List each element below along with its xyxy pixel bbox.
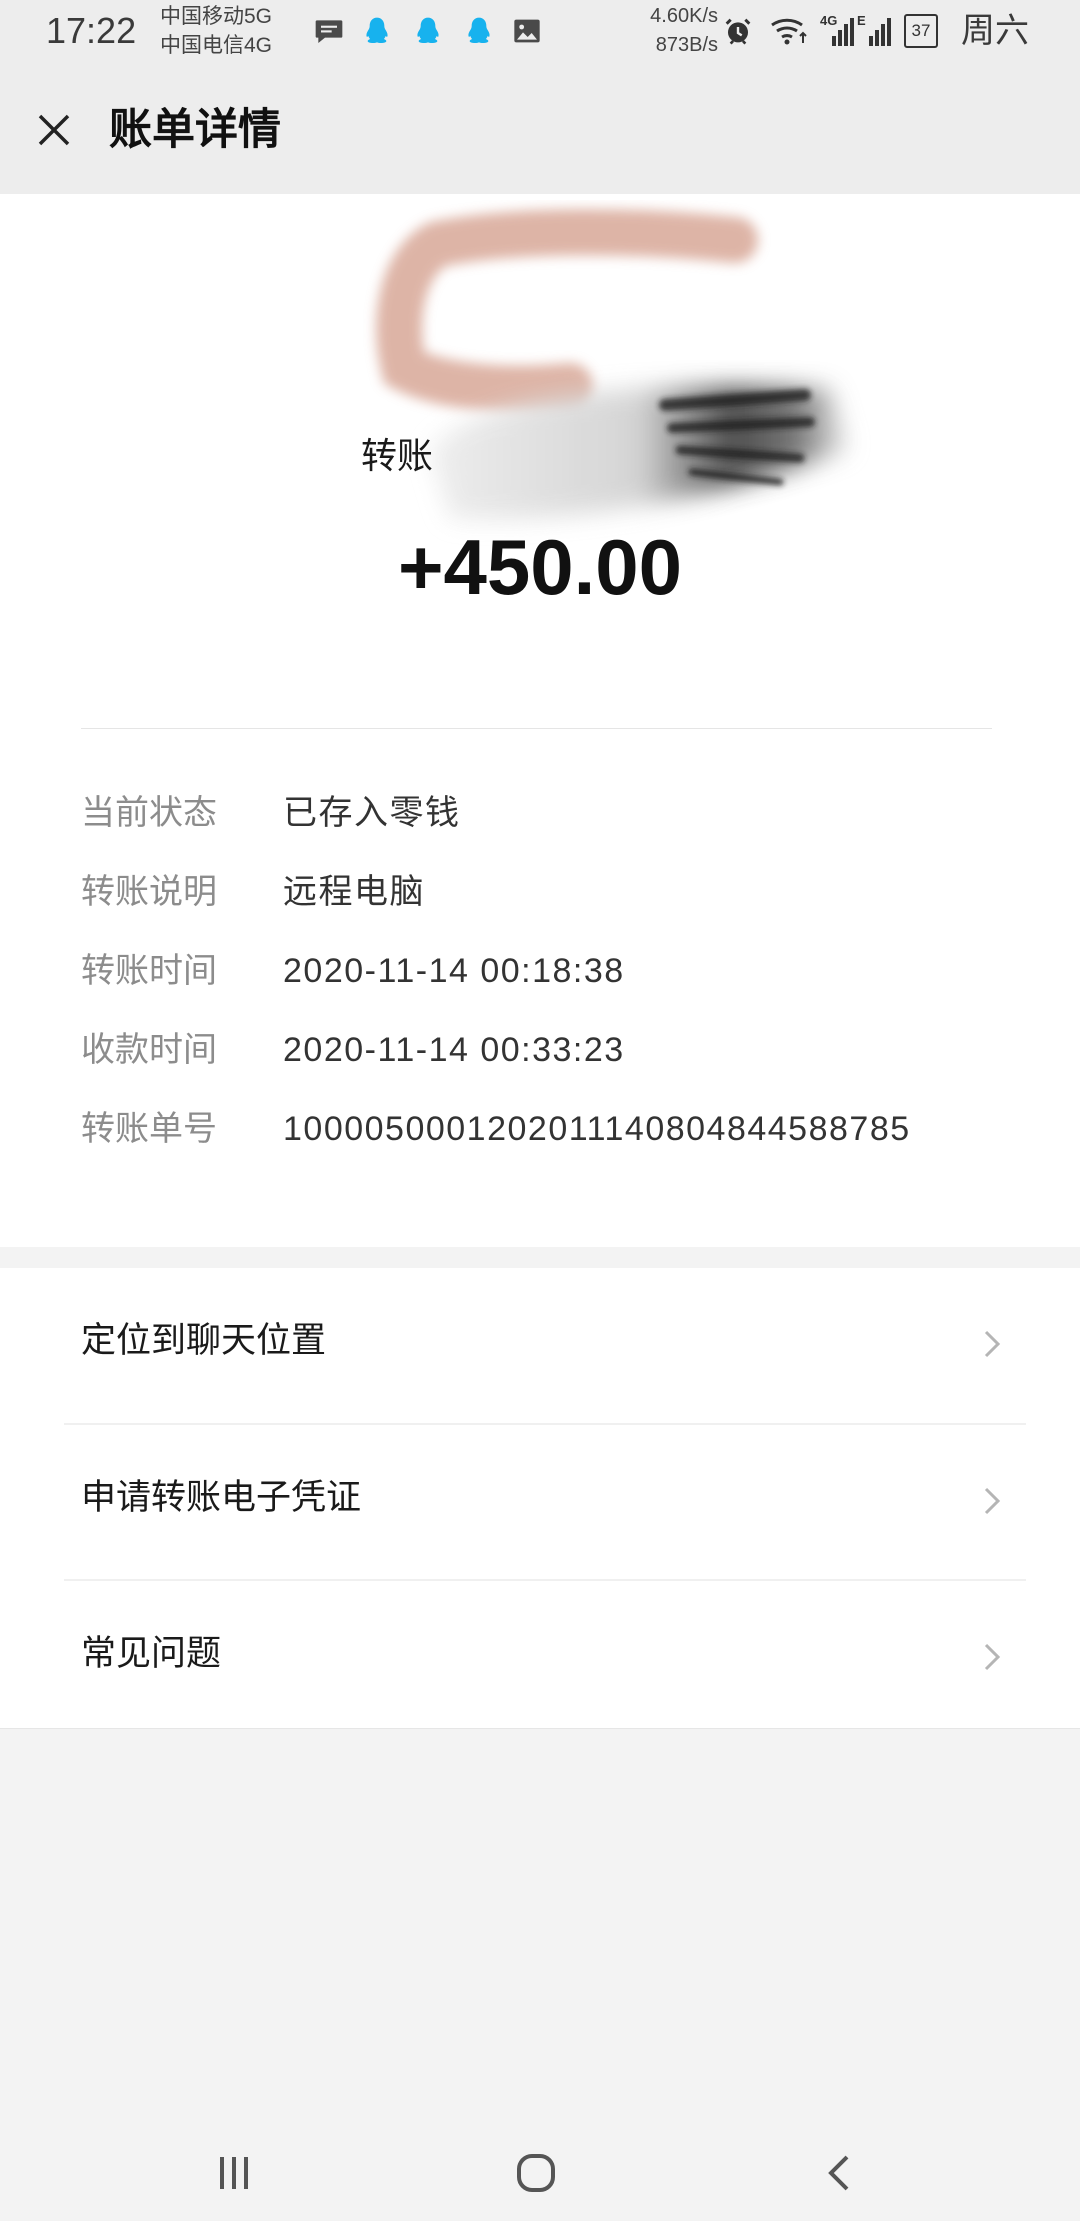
divider	[81, 728, 992, 729]
qq-icon	[412, 15, 444, 47]
detail-label: 转账说明	[81, 873, 217, 911]
chevron-right-icon	[982, 1485, 1002, 1517]
alarm-icon	[722, 15, 754, 47]
detail-value: 1000050001202011140804844588785	[283, 1110, 911, 1148]
signal-1-label: 4G	[820, 13, 838, 28]
detail-value: 2020-11-14 00:33:23	[283, 1031, 625, 1069]
wifi-icon	[769, 14, 809, 46]
redaction-smudge	[360, 200, 880, 550]
qq-icon	[463, 15, 495, 47]
network-speed-line-2: 873B/s	[655, 34, 718, 56]
close-icon	[38, 114, 70, 146]
detail-row-transfer-time: 转账时间 2020-11-14 00:18:38	[0, 950, 1080, 1029]
message-icon	[313, 15, 345, 47]
back-button[interactable]	[825, 2153, 853, 2193]
qq-icon	[361, 15, 393, 47]
signal-2-label: E	[857, 13, 866, 28]
detail-row-transfer-id: 转账单号 1000050001202011140804844588785	[0, 1108, 1080, 1187]
page-title: 账单详情	[109, 106, 281, 154]
cellular-signal-1: 4G	[820, 12, 854, 50]
detail-row-status: 当前状态 已存入零钱	[0, 792, 1080, 871]
request-e-receipt-item[interactable]: 申请转账电子凭证	[0, 1425, 1080, 1579]
status-time: 17:22	[46, 10, 137, 51]
actions-list: 定位到聊天位置 申请转账电子凭证 常见问题	[0, 1268, 1080, 1729]
top-header: 17:22 中国移动5G 中国电信4G 4.60K/s 873B/s 4G E …	[0, 0, 1080, 194]
cellular-signal-2: E	[857, 12, 891, 50]
detail-row-note: 转账说明 远程电脑	[0, 871, 1080, 950]
recent-apps-button[interactable]	[214, 2153, 254, 2193]
chevron-right-icon	[982, 1641, 1002, 1673]
network-speed-line-1: 4.60K/s	[650, 5, 718, 27]
network-speed: 4.60K/s 873B/s	[620, 2, 718, 60]
back-icon	[828, 2155, 849, 2191]
chevron-right-icon	[982, 1328, 1002, 1360]
close-button[interactable]	[30, 106, 78, 154]
status-weekday: 周六	[961, 12, 1029, 50]
battery-indicator: 37	[904, 14, 938, 48]
action-label: 常见问题	[81, 1634, 222, 1673]
transfer-summary-card: 转账 +450.00 当前状态 已存入零钱 转账说明 远程电脑 转账时间 202…	[0, 194, 1080, 1247]
transaction-amount: +450.00	[397, 523, 683, 611]
detail-value: 已存入零钱	[283, 794, 461, 832]
action-label: 定位到聊天位置	[81, 1321, 327, 1360]
detail-label: 当前状态	[81, 794, 217, 832]
transaction-type-label: 转账	[361, 435, 434, 476]
home-icon	[517, 2154, 555, 2192]
home-button[interactable]	[516, 2153, 556, 2193]
carrier-2: 中国电信4G	[160, 34, 273, 57]
carrier-info: 中国移动5G 中国电信4G	[160, 2, 272, 60]
recent-apps-icon	[220, 2157, 248, 2189]
detail-row-receive-time: 收款时间 2020-11-14 00:33:23	[0, 1029, 1080, 1108]
detail-label: 转账单号	[81, 1110, 217, 1148]
carrier-1: 中国移动5G	[160, 5, 273, 28]
transaction-details: 当前状态 已存入零钱 转账说明 远程电脑 转账时间 2020-11-14 00:…	[0, 792, 1080, 1187]
detail-value: 2020-11-14 00:18:38	[283, 952, 625, 990]
faq-item[interactable]: 常见问题	[0, 1581, 1080, 1729]
image-icon	[511, 15, 543, 47]
detail-label: 转账时间	[81, 952, 217, 990]
detail-value: 远程电脑	[283, 873, 425, 911]
locate-in-chat-item[interactable]: 定位到聊天位置	[0, 1268, 1080, 1423]
action-label: 申请转账电子凭证	[81, 1478, 362, 1517]
detail-label: 收款时间	[81, 1031, 217, 1069]
